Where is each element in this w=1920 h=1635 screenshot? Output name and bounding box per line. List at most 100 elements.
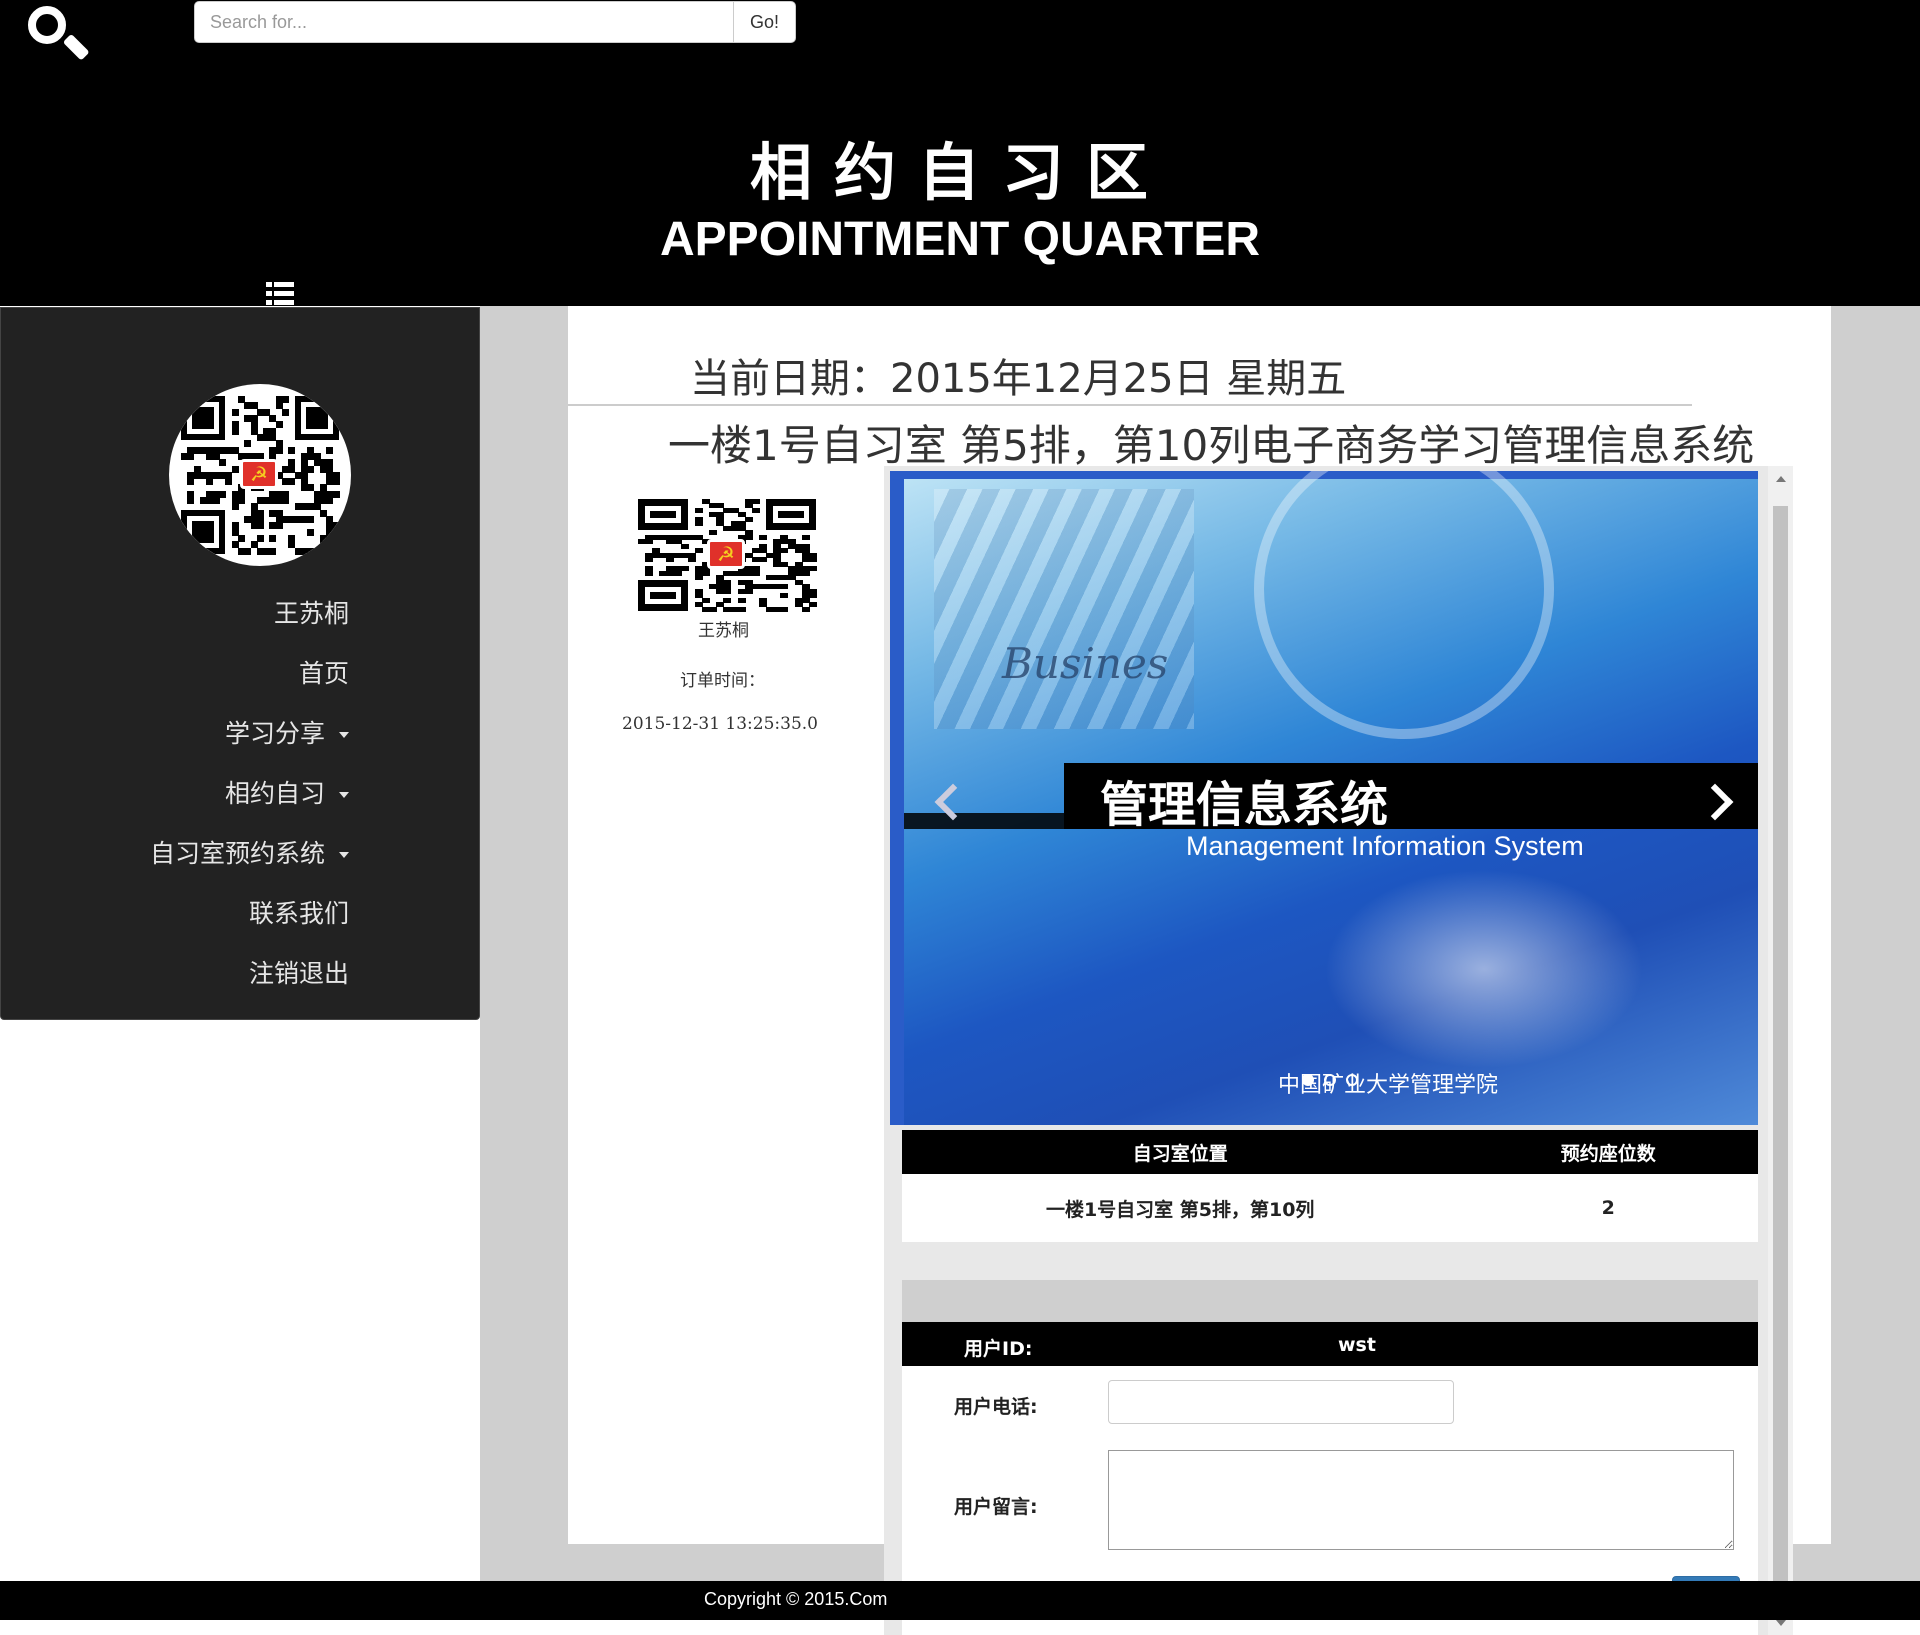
slide-band [904,813,1064,829]
qr-module [744,588,753,594]
avatar [169,384,351,566]
slide-heading: 管理信息系统 [1100,777,1389,833]
qr-module [666,557,675,563]
search-input[interactable] [194,1,734,43]
qr-module [326,446,334,454]
sidebar-item-label: 注销退出 [248,959,349,988]
qr-module [780,593,789,599]
qr-module [275,421,283,429]
qr-module [673,570,682,576]
sidebar-item-logout[interactable]: 注销退出 [150,944,349,1004]
sidebar-item-contact[interactable]: 联系我们 [150,884,349,944]
qr-module [687,557,696,563]
qr-finder [766,499,816,531]
qr-module [187,478,195,486]
scrollbar-thumb[interactable] [1773,506,1788,1616]
qr-finder [181,396,226,441]
qr-module [282,396,290,403]
qr-module [332,478,340,486]
qr-module [332,541,340,549]
qr-module [218,459,226,467]
message-label: 用户留言: [954,1496,1038,1518]
reservation-table: 自习室位置 预约座位数 一楼1号自习室 第5排，第10列 2 [902,1130,1758,1242]
room-title: 一楼1号自习室 第5排，第10列电子商务学习管理信息系统 [668,421,1755,470]
qr-module [808,602,817,608]
qr-module [694,548,703,554]
qr-module [780,548,789,554]
sidebar-item-username[interactable]: 王苏桐 [150,584,349,644]
qr-module [744,534,753,540]
newspaper-graphic: Busines [1002,639,1169,688]
divider [568,404,1692,406]
order-time-value: 2015-12-31 13:25:35.0 [622,714,818,734]
column-header: 自习室位置 [902,1130,1459,1174]
qr-logo-icon [240,459,278,489]
qr-module [332,528,340,536]
form-header [902,1280,1758,1322]
qr-module [808,557,817,563]
search-go-button[interactable]: Go! [734,1,796,43]
qr-module [694,575,703,581]
qr-module [780,584,789,590]
qr-module [694,521,703,527]
phone-input[interactable] [1108,1380,1454,1424]
qr-module [231,427,239,435]
scrollbar[interactable] [1768,466,1793,1635]
qr-module [256,522,264,530]
scroll-up-icon[interactable] [1776,476,1786,482]
user-id-value: wst [1338,1334,1376,1356]
qr-module [307,516,315,524]
qr-module [645,557,654,563]
qr-module [237,535,245,543]
caret-down-icon [339,792,349,798]
qr-module [332,490,340,498]
qr-module [702,570,711,576]
sidebar-item-label: 学习分享 [224,719,325,748]
qr-module [801,534,810,540]
carousel-indicator[interactable] [1302,1074,1314,1086]
qr-module [275,446,283,454]
copyright-text: Copyright © 2015.Com [704,1589,888,1609]
current-date: 当前日期：2015年12月25日 星期五 [690,356,1347,402]
qr-module [808,566,817,572]
qr-module [212,497,220,505]
user-id-label: 用户ID: [964,1338,1033,1360]
sidebar-item-study-together[interactable]: 相约自习 [150,764,349,824]
qr-module [751,570,760,576]
booking-modal: Busines 管理信息系统 Management Information Sy… [884,466,1793,1635]
hands-graphic [1324,869,1644,1069]
qr-module [307,547,315,555]
qr-module [269,535,277,543]
qr-module [288,446,296,454]
qr-code-icon [181,396,340,555]
caret-down-icon [339,852,349,858]
qr-finder [294,396,339,441]
qr-module [808,593,817,599]
message-textarea[interactable] [1108,1450,1734,1550]
sidebar-item-home[interactable]: 首页 [150,644,349,704]
qr-module [231,503,239,511]
carousel-indicator[interactable] [1324,1074,1336,1086]
qr-logo-icon [707,539,745,569]
table-cell: 2 [1458,1174,1758,1242]
list-menu-icon[interactable] [266,282,294,306]
qr-module [187,452,195,460]
footer: Copyright © 2015.Com [0,1581,1920,1620]
sidebar-item-label: 王苏桐 [273,599,349,628]
sidebar-item-study-share[interactable]: 学习分享 [150,704,349,764]
qr-module [282,497,290,505]
sidebar-item-label: 相约自习 [224,779,325,808]
scroll-down-icon[interactable] [1776,1620,1786,1626]
qr-module [759,557,768,563]
search-icon[interactable] [24,2,90,62]
qr-module [237,497,245,505]
qr-module [307,465,315,473]
qr-module [709,530,718,536]
qr-module [702,597,711,603]
carousel-indicator[interactable] [1346,1074,1358,1086]
search-bar: Go! [194,1,796,43]
qr-module [645,539,654,545]
site-subtitle: APPOINTMENT QUARTER [660,213,1260,266]
qr-module [680,566,689,572]
sidebar-item-room-booking[interactable]: 自习室预约系统 [150,824,349,884]
